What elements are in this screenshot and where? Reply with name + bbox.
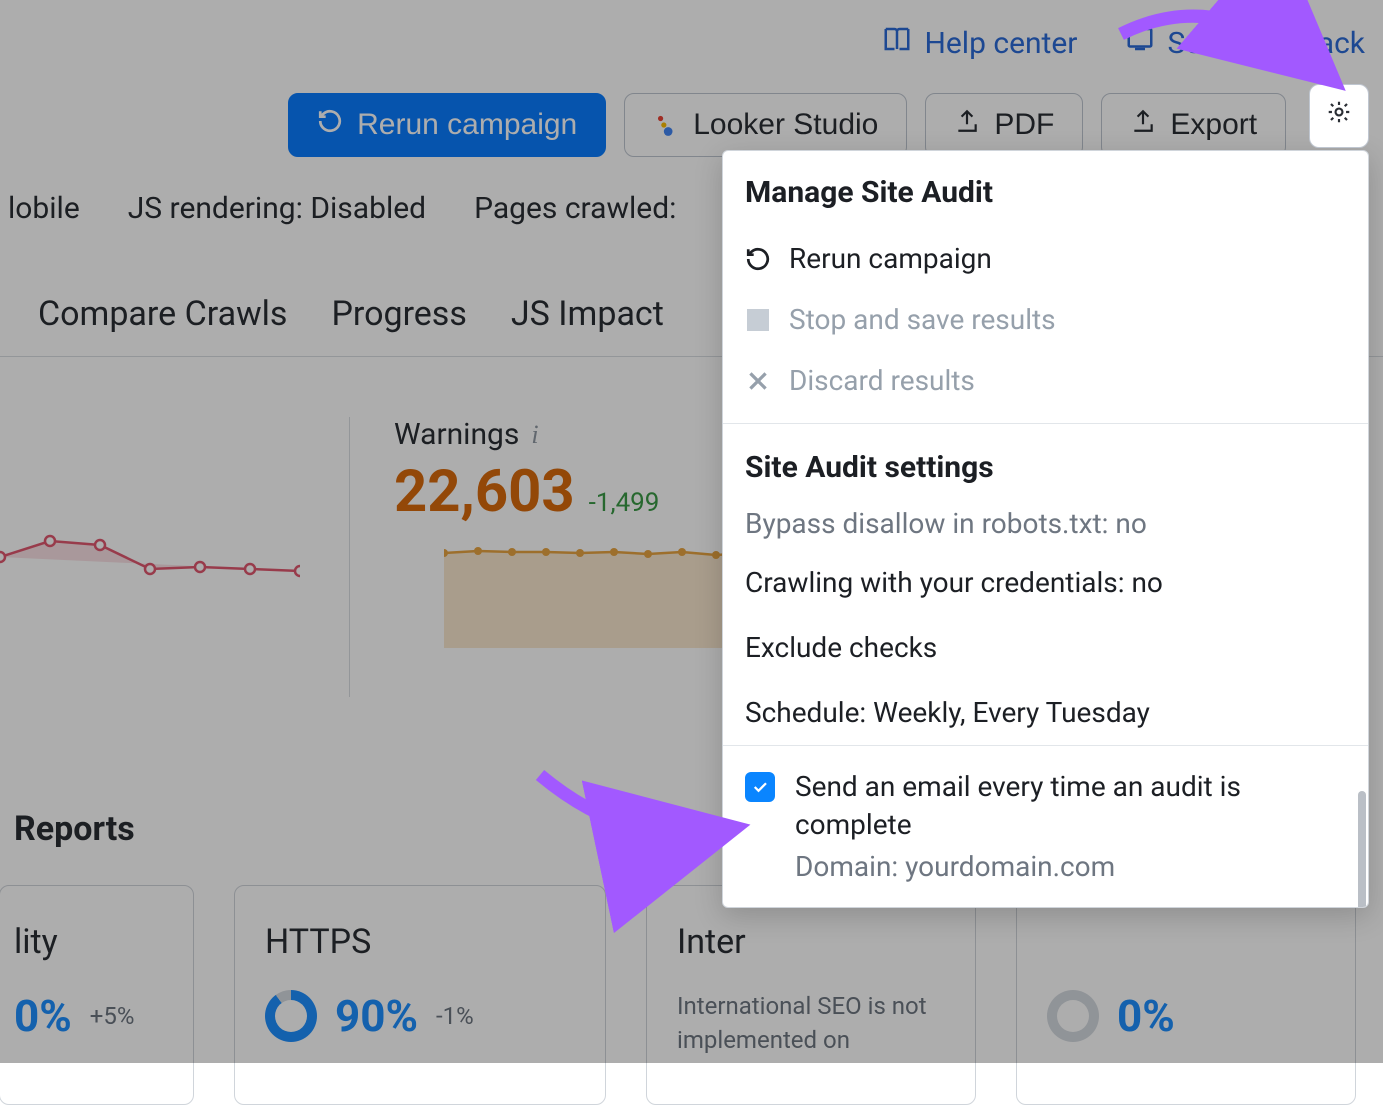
export-button[interactable]: Export bbox=[1101, 93, 1286, 157]
warnings-label: Warnings bbox=[394, 417, 519, 452]
card2-delta: -1% bbox=[436, 1002, 474, 1030]
menu-discard-label: Discard results bbox=[789, 364, 975, 397]
rerun-campaign-button[interactable]: Rerun campaign bbox=[288, 93, 606, 157]
looker-icon bbox=[653, 112, 679, 138]
menu-stop-label: Stop and save results bbox=[789, 303, 1056, 336]
warnings-value: 22,603 bbox=[394, 458, 575, 526]
menu-rerun-campaign[interactable]: Rerun campaign bbox=[723, 228, 1368, 289]
card1-title: lity bbox=[14, 922, 163, 962]
card2-title: HTTPS bbox=[265, 922, 575, 962]
tab-progress[interactable]: Progress bbox=[331, 294, 466, 334]
setting-crawl-credentials[interactable]: Crawling with your credentials: no bbox=[745, 550, 1346, 615]
card2-pct: 90% bbox=[335, 990, 418, 1042]
setting-schedule[interactable]: Schedule: Weekly, Every Tuesday bbox=[745, 680, 1346, 745]
menu-discard: Discard results bbox=[723, 350, 1368, 411]
feedback-icon bbox=[1125, 24, 1155, 62]
settings-dropdown: Manage Site Audit Rerun campaign Stop an… bbox=[722, 150, 1369, 908]
mobile-label: lobile bbox=[8, 191, 80, 226]
settings-gear-button[interactable] bbox=[1309, 84, 1369, 148]
help-center-label: Help center bbox=[924, 26, 1077, 61]
pdf-button[interactable]: PDF bbox=[925, 93, 1083, 157]
card1-pct: 0% bbox=[14, 990, 72, 1042]
card1-delta: +5% bbox=[90, 1002, 135, 1030]
card4-title bbox=[1047, 922, 1325, 962]
email-notification-block: Send an email every time an audit is com… bbox=[723, 745, 1368, 907]
setting-exclude-checks[interactable]: Exclude checks bbox=[745, 615, 1346, 680]
card3-title: Inter bbox=[677, 922, 945, 962]
tab-js-impact[interactable]: JS Impact bbox=[511, 294, 664, 334]
email-domain-label: Domain: yourdomain.com bbox=[795, 850, 1346, 883]
report-card-https[interactable]: HTTPS 90% -1% bbox=[234, 885, 606, 1105]
site-audit-settings-heading: Site Audit settings bbox=[723, 436, 1368, 503]
refresh-icon bbox=[745, 246, 771, 272]
ring-chart-icon bbox=[265, 990, 317, 1042]
errors-sparkline-chart bbox=[0, 497, 305, 697]
report-card-partial-left[interactable]: lity 0% +5% bbox=[0, 885, 194, 1105]
js-rendering-label: JS rendering: Disabled bbox=[128, 191, 426, 226]
manage-site-audit-heading: Manage Site Audit bbox=[723, 151, 1368, 228]
report-card-intl[interactable]: Inter International SEO is not implement… bbox=[646, 885, 976, 1105]
gear-icon bbox=[1326, 99, 1352, 133]
help-center-link[interactable]: Help center bbox=[882, 24, 1077, 62]
rerun-label: Rerun campaign bbox=[357, 108, 577, 142]
send-feedback-link[interactable]: Send feedback bbox=[1125, 24, 1365, 62]
email-checkbox[interactable] bbox=[745, 772, 775, 802]
card3-desc: International SEO is not implemented on bbox=[677, 990, 945, 1057]
send-feedback-label: Send feedback bbox=[1167, 26, 1365, 61]
scrollbar[interactable] bbox=[1358, 791, 1366, 908]
card4-pct: 0% bbox=[1117, 990, 1175, 1042]
top-links-bar: Help center Send feedback bbox=[0, 0, 1383, 74]
tab-compare-crawls[interactable]: Compare Crawls bbox=[38, 294, 287, 334]
stop-icon bbox=[745, 307, 771, 333]
upload-icon bbox=[954, 108, 980, 142]
divider bbox=[349, 417, 350, 697]
pages-crawled-label: Pages crawled: bbox=[474, 191, 676, 226]
warnings-delta: -1,499 bbox=[589, 488, 660, 518]
divider bbox=[723, 423, 1368, 424]
pdf-label: PDF bbox=[994, 108, 1054, 142]
looker-label: Looker Studio bbox=[693, 108, 878, 142]
looker-studio-button[interactable]: Looker Studio bbox=[624, 93, 907, 157]
book-icon bbox=[882, 24, 912, 62]
info-icon[interactable]: i bbox=[531, 420, 538, 450]
setting-bypass-robots[interactable]: Bypass disallow in robots.txt: no bbox=[745, 503, 1346, 550]
report-card-right[interactable]: 0% bbox=[1016, 885, 1356, 1105]
close-icon bbox=[745, 368, 771, 394]
refresh-icon bbox=[317, 108, 343, 142]
export-label: Export bbox=[1170, 108, 1257, 142]
upload-icon bbox=[1130, 108, 1156, 142]
email-checkbox-label: Send an email every time an audit is com… bbox=[795, 768, 1346, 844]
ring-chart-icon bbox=[1047, 990, 1099, 1042]
menu-stop-save: Stop and save results bbox=[723, 289, 1368, 350]
menu-rerun-label: Rerun campaign bbox=[789, 242, 992, 275]
